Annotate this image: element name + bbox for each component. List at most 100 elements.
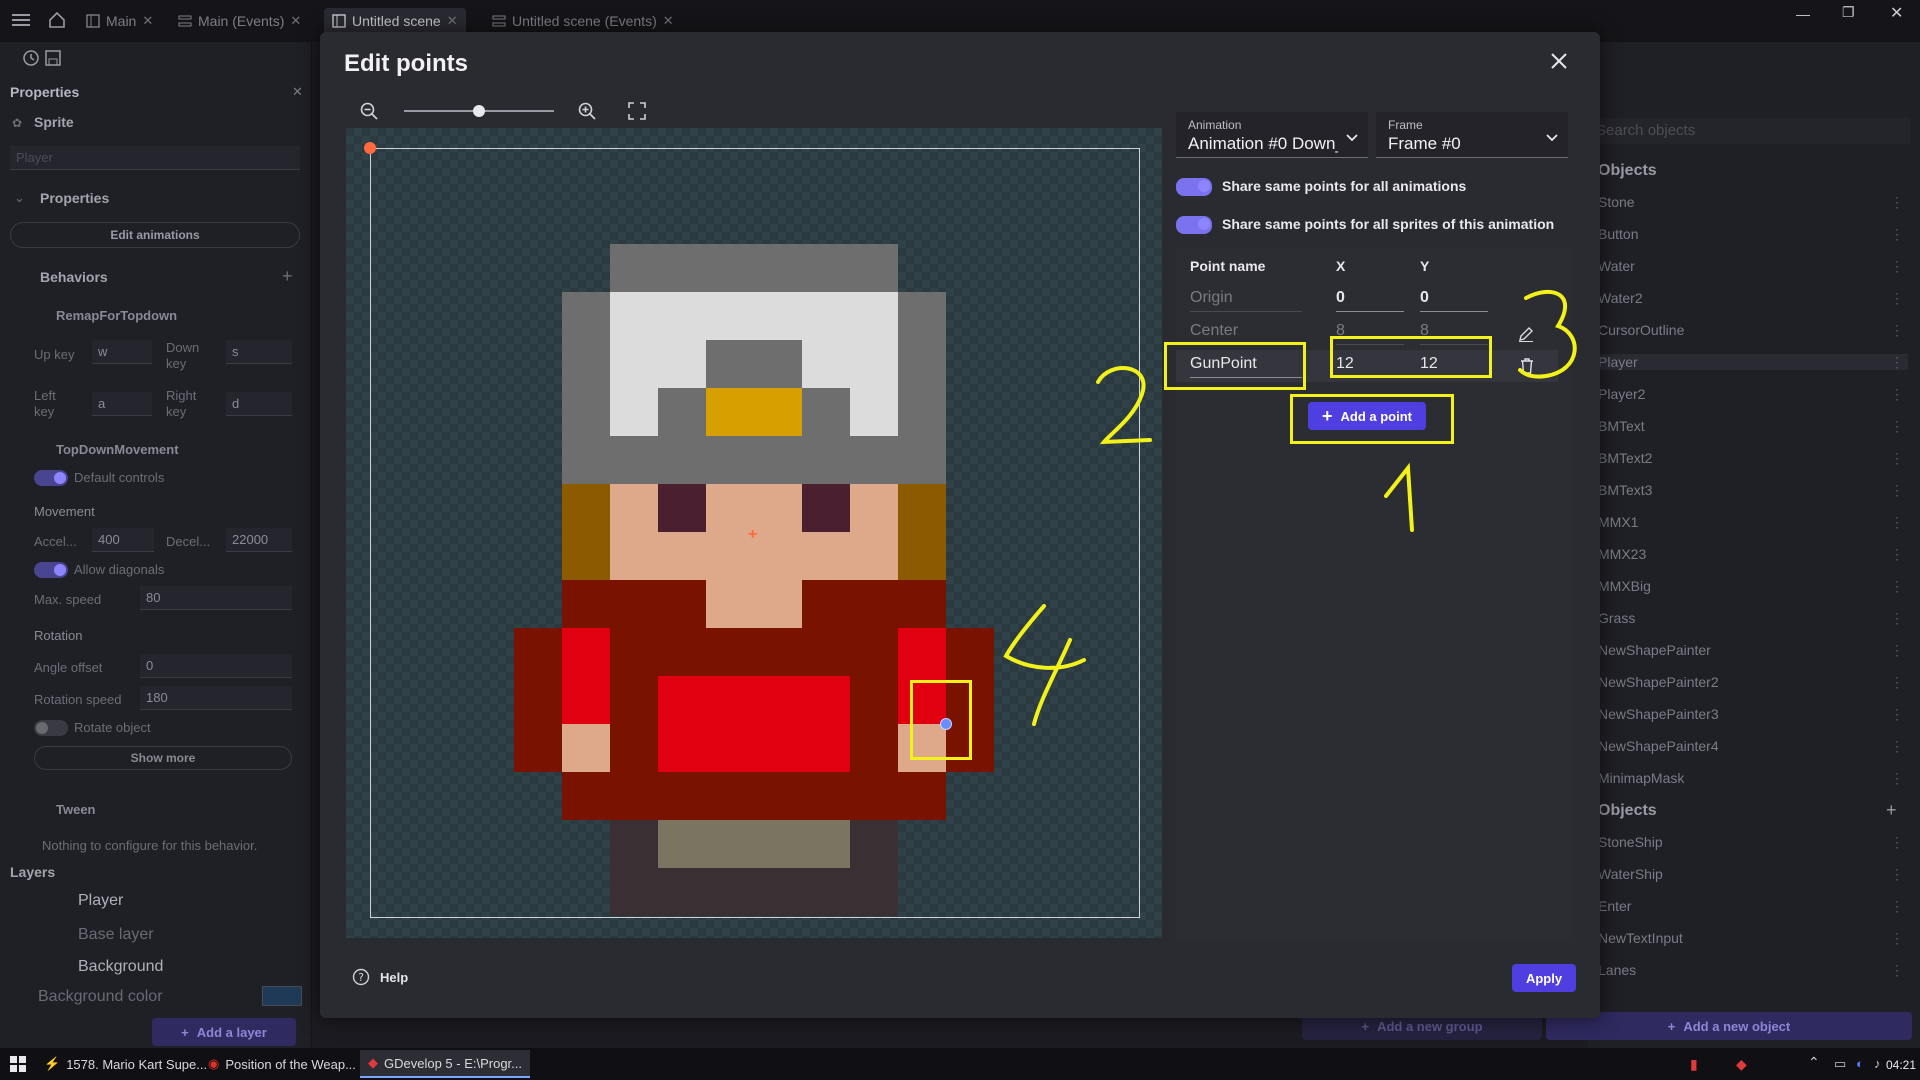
more-options-icon[interactable]: ⋮ [1890,834,1904,851]
minimize-window-icon[interactable]: — [1796,6,1810,22]
max-speed-input[interactable]: 80 [140,586,292,610]
object-item[interactable]: MMX23 [1598,546,1646,562]
frame-select[interactable]: Frame Frame #0 [1376,112,1568,158]
add-object-button[interactable]: + Add a new object [1546,1012,1912,1040]
help-icon[interactable]: ? [352,968,370,986]
more-options-icon[interactable]: ⋮ [1890,930,1904,947]
object-item[interactable]: NewShapePainter3 [1598,706,1719,722]
tab-untitled-scene[interactable]: Untitled scene ✕ [324,8,466,34]
save-icon[interactable] [44,49,62,67]
center-point-marker[interactable]: + [748,526,757,544]
more-options-icon[interactable]: ⋮ [1890,610,1904,627]
object-item[interactable]: Water2 [1598,290,1643,306]
object-item[interactable]: Button [1598,226,1638,242]
more-options-icon[interactable]: ⋮ [1890,226,1904,243]
object-item[interactable]: MMXBig [1598,578,1651,594]
object-item[interactable]: Lanes [1598,962,1636,978]
object-item[interactable]: NewShapePainter4 [1598,738,1719,754]
object-item[interactable]: StoneShip [1598,834,1663,850]
more-options-icon[interactable]: ⋮ [1890,386,1904,403]
object-item[interactable]: Grass [1598,610,1635,626]
object-item[interactable]: Stone [1598,194,1635,210]
rotate-object-toggle[interactable] [34,720,68,736]
close-tab-icon[interactable]: ✕ [142,13,153,29]
tray-app-icon[interactable]: ▮ [1690,1056,1698,1073]
close-tab-icon[interactable]: ✕ [447,13,458,29]
windows-start-icon[interactable] [10,1056,26,1072]
more-options-icon[interactable]: ⋮ [1890,354,1904,371]
zoom-in-icon[interactable] [578,102,596,120]
close-panel-icon[interactable]: ✕ [292,84,303,100]
tab-untitled-scene-events[interactable]: Untitled scene (Events) ✕ [484,8,682,34]
acceleration-input[interactable]: 400 [92,528,154,552]
object-item[interactable]: NewShapePainter [1598,642,1711,658]
more-options-icon[interactable]: ⋮ [1890,450,1904,467]
chevron-down-icon[interactable]: ⌄ [14,190,25,206]
more-options-icon[interactable]: ⋮ [1890,258,1904,275]
more-options-icon[interactable]: ⋮ [1890,898,1904,915]
object-item[interactable]: Enter [1598,898,1631,914]
more-options-icon[interactable]: ⋮ [1890,418,1904,435]
clock[interactable]: 04:21 [1886,1058,1916,1072]
deceleration-input[interactable]: 22000 [226,528,292,552]
more-options-icon[interactable]: ⋮ [1890,514,1904,531]
taskbar-item[interactable]: ◉ Position of the Weap... [200,1050,364,1078]
more-options-icon[interactable]: ⋮ [1890,642,1904,659]
add-object-icon[interactable]: + [1886,800,1897,821]
tray-gdevelop-icon[interactable]: ◆ [1736,1056,1747,1073]
share-sprites-toggle[interactable] [1176,216,1212,234]
more-options-icon[interactable]: ⋮ [1890,706,1904,723]
object-item[interactable]: Player2 [1598,386,1645,402]
object-item[interactable]: WaterShip [1598,866,1663,882]
down-key-input[interactable]: s [226,340,292,364]
hamburger-menu-icon[interactable] [12,12,30,28]
object-item[interactable]: NewShapePainter2 [1598,674,1719,690]
tab-main-events[interactable]: Main (Events) ✕ [170,8,309,34]
object-item[interactable]: Water [1598,258,1635,274]
object-item[interactable]: BMText3 [1598,482,1652,498]
point-name-input[interactable]: Origin [1190,286,1302,312]
more-options-icon[interactable]: ⋮ [1890,290,1904,307]
angle-offset-input[interactable]: 0 [140,654,292,678]
animation-select[interactable]: Animation Animation #0 Down_I [1176,112,1368,158]
origin-point-marker[interactable] [364,142,376,154]
background-color-swatch[interactable] [262,986,302,1006]
zoom-out-icon[interactable] [360,102,378,120]
help-link[interactable]: Help [380,970,408,985]
default-controls-toggle[interactable] [34,470,68,486]
tray-network-icon[interactable]: ▭ [1834,1056,1846,1072]
object-name-input[interactable]: Player [10,146,300,170]
more-options-icon[interactable]: ⋮ [1890,578,1904,595]
zoom-slider-thumb[interactable] [473,105,485,117]
edit-animations-button[interactable]: Edit animations [10,222,300,248]
object-item[interactable]: BMText2 [1598,450,1652,466]
close-tab-icon[interactable]: ✕ [663,13,674,29]
history-icon[interactable] [22,49,40,67]
search-objects-input[interactable]: Search objects [1590,118,1910,144]
taskbar-item[interactable]: ◆ GDevelop 5 - E:\Progr... [360,1050,531,1078]
home-icon[interactable] [48,11,66,29]
more-options-icon[interactable]: ⋮ [1890,738,1904,755]
allow-diagonals-toggle[interactable] [34,562,68,578]
more-options-icon[interactable]: ⋮ [1890,546,1904,563]
tray-volume-icon[interactable]: ◐ [1856,1056,1864,1071]
object-item[interactable]: NewTextInput [1598,930,1683,946]
object-item[interactable]: BMText [1598,418,1645,434]
close-tab-icon[interactable]: ✕ [290,13,301,29]
left-key-input[interactable]: a [92,392,152,416]
restore-window-icon[interactable]: ❐ [1842,4,1855,21]
taskbar-item[interactable]: ⚡ 1578. Mario Kart Supe... [36,1050,215,1078]
share-animations-toggle[interactable] [1176,178,1212,196]
more-options-icon[interactable]: ⋮ [1890,674,1904,691]
object-item[interactable]: Player [1588,354,1908,370]
zoom-slider[interactable] [404,105,554,117]
rotation-speed-input[interactable]: 180 [140,686,292,710]
add-layer-button[interactable]: + Add a layer [152,1018,296,1046]
more-options-icon[interactable]: ⋮ [1890,482,1904,499]
more-options-icon[interactable]: ⋮ [1890,322,1904,339]
point-y-input[interactable]: 0 [1420,286,1488,312]
close-icon[interactable] [1550,52,1568,70]
object-item[interactable]: MinimapMask [1598,770,1684,786]
more-options-icon[interactable]: ⋮ [1890,770,1904,787]
apply-button[interactable]: Apply [1512,964,1576,992]
